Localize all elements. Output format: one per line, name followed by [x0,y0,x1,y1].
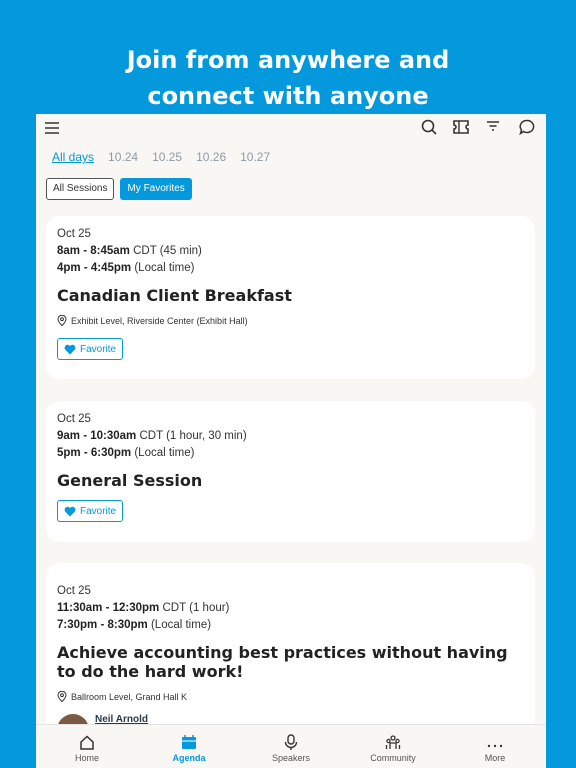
app-panel: All days 10.24 10.25 10.26 10.27 All Ses… [36,114,546,768]
session-location: Exhibit Level, Riverside Center (Exhibit… [57,315,524,326]
microphone-icon [284,734,298,750]
nav-community[interactable]: Community [342,725,444,768]
day-tab-1025[interactable]: 10.25 [152,150,182,164]
day-tab-all[interactable]: All days [52,150,94,164]
heart-icon [64,506,76,516]
session-time: 11:30am - 12:30pm CDT (1 hour) [57,602,230,614]
bottom-nav: Home Agenda Speakers Community More [36,724,546,768]
heart-icon [64,344,76,354]
nav-more[interactable]: More [444,725,546,768]
session-title[interactable]: Achieve accounting best practices withou… [57,643,524,681]
session-filters: All Sessions My Favorites [46,178,192,200]
ticket-icon[interactable] [453,119,469,135]
session-date: Oct 25 [57,585,91,597]
session-time: 9am - 10:30am CDT (1 hour, 30 min) [57,430,247,442]
community-icon [385,735,401,749]
nav-home[interactable]: Home [36,725,138,768]
filter-icon[interactable] [486,119,500,133]
session-date: Oct 25 [57,228,91,240]
day-tab-1026[interactable]: 10.26 [196,150,226,164]
session-card[interactable]: Oct 25 9am - 10:30am CDT (1 hour, 30 min… [46,401,535,542]
favorite-button[interactable]: Favorite [57,500,124,522]
day-tab-1027[interactable]: 10.27 [240,150,270,164]
hero-heading: Join from anywhere and connect with anyo… [0,42,576,114]
chat-icon[interactable] [519,119,535,135]
more-icon [487,744,503,748]
nav-speakers[interactable]: Speakers [240,725,342,768]
session-date: Oct 25 [57,413,91,425]
search-icon[interactable] [421,119,437,135]
session-title[interactable]: Canadian Client Breakfast [57,286,524,305]
nav-agenda[interactable]: Agenda [138,725,240,768]
session-local-time: 7:30pm - 8:30pm (Local time) [57,619,212,631]
hero-line-2: connect with anyone [147,82,429,110]
session-location: Ballroom Level, Grand Hall K [57,691,524,702]
favorite-button[interactable]: Favorite [57,338,124,360]
day-tab-1024[interactable]: 10.24 [108,150,138,164]
session-card[interactable]: Oct 25 8am - 8:45am CDT (45 min) 4pm - 4… [46,216,535,379]
location-pin-icon [57,691,67,702]
location-pin-icon [57,315,67,326]
menu-icon[interactable] [45,122,59,134]
my-favorites-button[interactable]: My Favorites [120,178,192,200]
home-icon [80,735,94,750]
top-bar [36,114,546,142]
session-local-time: 5pm - 6:30pm (Local time) [57,447,195,459]
calendar-icon [182,735,196,749]
session-title[interactable]: General Session [57,471,524,490]
session-local-time: 4pm - 4:45pm (Local time) [57,262,195,274]
session-time: 8am - 8:45am CDT (45 min) [57,245,202,257]
day-tabs: All days 10.24 10.25 10.26 10.27 [52,150,270,164]
all-sessions-button[interactable]: All Sessions [46,178,115,200]
hero-line-1: Join from anywhere and [126,46,450,74]
